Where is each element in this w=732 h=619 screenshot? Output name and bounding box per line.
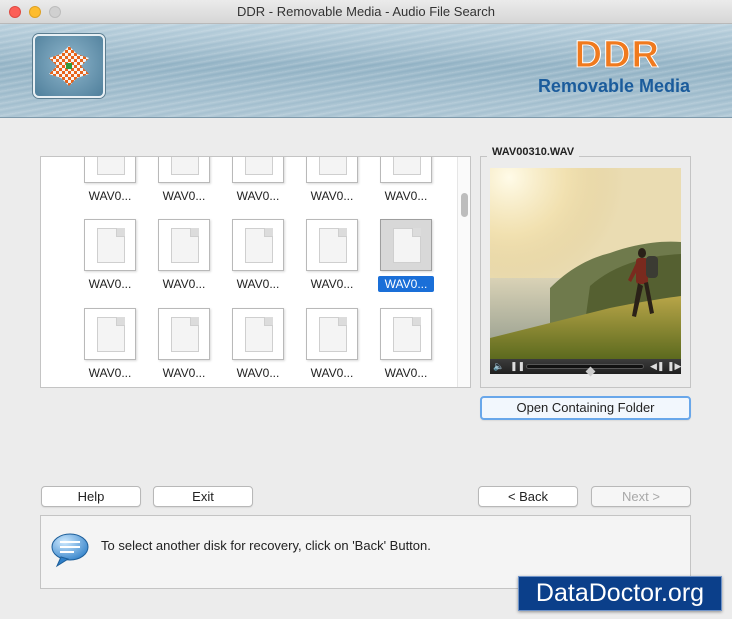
scrollbar-thumb[interactable] <box>461 193 468 217</box>
file-item[interactable]: WAV0... <box>148 308 218 387</box>
minimize-window-button[interactable] <box>29 6 41 18</box>
file-name-label: WAV0... <box>236 277 280 291</box>
file-item[interactable]: WAV0... <box>370 308 440 387</box>
file-name-label: WAV0... <box>162 366 206 380</box>
file-name-label: WAV0... <box>88 189 132 203</box>
audio-file-icon[interactable] <box>158 308 210 360</box>
file-name-label: WAV0... <box>162 189 206 203</box>
volume-icon[interactable]: 🔈 <box>493 360 504 373</box>
close-window-button[interactable] <box>9 6 21 18</box>
file-item[interactable]: WAV0... <box>370 157 440 211</box>
preview-filename: WAV00310.WAV <box>487 145 580 159</box>
audio-file-icon[interactable] <box>84 219 136 271</box>
back-button[interactable]: < Back <box>478 486 578 507</box>
file-name-label: WAV0... <box>88 277 132 291</box>
media-player-controls: 🔈 ❚❚ ◀❚ ❚▶ <box>490 359 681 377</box>
file-item[interactable]: WAV0... <box>74 308 144 387</box>
audio-file-icon[interactable] <box>232 157 284 183</box>
audio-file-icon[interactable] <box>306 219 358 271</box>
forward-icon[interactable]: ❚▶ <box>667 360 681 373</box>
audio-file-icon[interactable] <box>158 157 210 183</box>
vertical-scrollbar[interactable] <box>457 157 470 387</box>
audio-file-icon[interactable] <box>158 219 210 271</box>
audio-file-icon[interactable] <box>84 157 136 183</box>
next-button[interactable]: Next > <box>591 486 691 507</box>
file-grid[interactable]: WAV0... WAV0... WAV0... WAV0... WAV0... WAV0.… <box>41 157 459 387</box>
seek-slider[interactable] <box>526 364 644 377</box>
file-name-label: WAV0... <box>310 189 354 203</box>
file-name-label: WAV0... <box>236 366 280 380</box>
file-name-label: WAV0... <box>162 277 206 291</box>
speech-bubble-icon <box>51 533 89 568</box>
title-bar: DDR - Removable Media - Audio File Searc… <box>0 0 732 24</box>
file-item[interactable]: WAV0... <box>296 219 366 299</box>
rewind-icon[interactable]: ◀❚ <box>650 360 664 373</box>
file-item[interactable]: WAV0... <box>222 219 292 299</box>
file-name-label: WAV0... <box>310 366 354 380</box>
pause-icon[interactable]: ❚❚ <box>510 360 525 373</box>
help-button[interactable]: Help <box>41 486 141 507</box>
file-name-label: WAV0... <box>88 366 132 380</box>
preview-image <box>490 168 681 359</box>
file-item[interactable]: WAV0... <box>296 308 366 387</box>
file-item[interactable]: WAV0... <box>370 219 440 299</box>
audio-file-icon[interactable] <box>232 219 284 271</box>
datadoctor-watermark: DataDoctor.org <box>518 576 722 611</box>
file-item[interactable]: WAV0... <box>222 308 292 387</box>
file-name-label: WAV0... <box>236 189 280 203</box>
file-item[interactable]: WAV0... <box>148 157 218 211</box>
audio-file-icon[interactable] <box>306 157 358 183</box>
open-containing-folder-button[interactable]: Open Containing Folder <box>480 396 691 420</box>
status-message: To select another disk for recovery, cli… <box>101 538 431 553</box>
audio-file-icon[interactable] <box>232 308 284 360</box>
file-grid-panel[interactable]: WAV0... WAV0... WAV0... WAV0... WAV0... WAV0.… <box>40 156 471 388</box>
header-banner: DDR Removable Media <box>0 24 732 118</box>
exit-button[interactable]: Exit <box>153 486 253 507</box>
file-name-label: WAV0... <box>384 366 428 380</box>
window-title: DDR - Removable Media - Audio File Searc… <box>237 4 495 19</box>
file-item[interactable]: WAV0... <box>296 157 366 211</box>
file-name-label: WAV0... <box>310 277 354 291</box>
brand-subtitle: Removable Media <box>537 76 690 96</box>
checker-logo-icon <box>49 46 89 86</box>
brand-title: DDR <box>574 34 660 77</box>
audio-file-icon[interactable] <box>380 219 432 271</box>
file-item[interactable]: WAV0... <box>222 157 292 211</box>
audio-file-icon[interactable] <box>380 157 432 183</box>
file-item[interactable]: WAV0... <box>74 219 144 299</box>
file-name-label: WAV0... <box>384 189 428 203</box>
hiker-landscape-image <box>490 168 681 359</box>
zoom-window-button[interactable] <box>49 6 61 18</box>
file-item[interactable]: WAV0... <box>74 157 144 211</box>
app-logo <box>33 34 105 98</box>
audio-file-icon[interactable] <box>84 308 136 360</box>
audio-file-icon[interactable] <box>380 308 432 360</box>
audio-file-icon[interactable] <box>306 308 358 360</box>
file-item[interactable]: WAV0... <box>148 219 218 299</box>
file-name-label: WAV0... <box>378 276 434 292</box>
